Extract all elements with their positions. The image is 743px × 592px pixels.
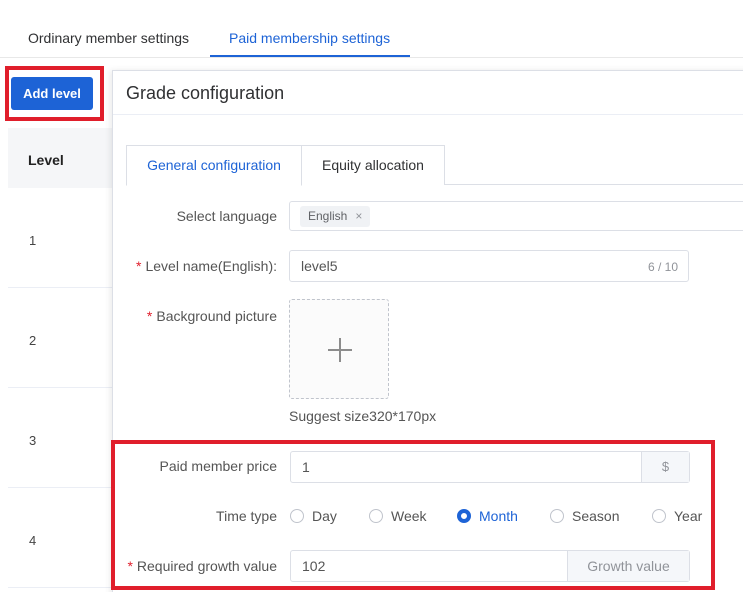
tab-general-configuration[interactable]: General configuration [126,145,302,186]
char-counter: 6 / 10 [647,260,678,274]
level-table: Level 1 2 3 4 [8,128,112,592]
tab-ordinary-member-settings[interactable]: Ordinary member settings [28,30,189,46]
table-row[interactable]: 1 [8,188,112,288]
level-header-label: Level [28,152,64,168]
level-cell: 1 [29,233,37,248]
table-row[interactable]: 2 [8,288,112,388]
dialog-header: Grade configuration [113,71,743,115]
tab-equity-allocation[interactable]: Equity allocation [301,145,445,185]
level-cell: 3 [29,433,37,448]
background-picture-uploader[interactable] [289,299,389,399]
table-row[interactable]: 3 [8,388,112,488]
tab-paid-membership-settings[interactable]: Paid membership settings [229,30,390,46]
level-column-header: Level [8,128,112,188]
member-settings-tabs: Ordinary member settings Paid membership… [0,0,743,58]
language-select[interactable]: English × [289,201,743,231]
plus-icon-vertical [339,338,341,362]
background-picture-label-text: Background picture [156,308,277,324]
config-tabs: General configuration Equity allocation [126,145,743,186]
dialog-title: Grade configuration [126,83,285,103]
add-level-button[interactable]: Add level [11,77,93,110]
level-name-label-text: Level name(English): [145,258,277,274]
background-picture-label: * Background picture [117,308,277,324]
required-mark: * [136,258,142,274]
level-cell: 4 [29,533,37,548]
language-tag-label: English [308,209,348,223]
language-tag: English × [300,206,371,227]
pricing-highlight-box [111,440,715,590]
active-tab-indicator [210,55,410,57]
table-row[interactable]: 4 [8,488,112,588]
close-icon[interactable]: × [355,209,362,223]
select-language-label: Select language [176,208,277,224]
level-cell: 2 [29,333,37,348]
level-name-value: level5 [301,258,338,274]
suggest-size-hint: Suggest size320*170px [289,408,437,424]
level-name-label: * Level name(English): [117,258,277,274]
level-name-input[interactable]: level5 6 / 10 [289,250,689,282]
required-mark: * [146,308,153,324]
